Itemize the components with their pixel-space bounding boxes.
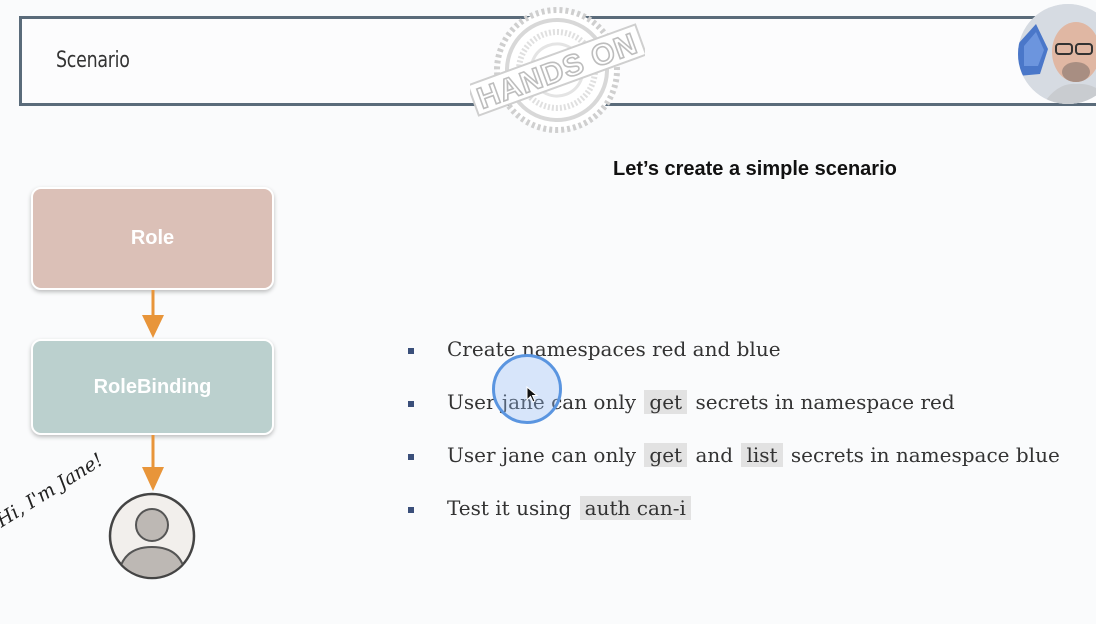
bullet-text: secrets in namespace blue	[790, 442, 1060, 467]
bullet-text: User jane can only	[447, 442, 637, 467]
bullet-marker-icon	[408, 453, 414, 460]
rolebinding-label: RoleBinding	[93, 375, 212, 398]
bullet-item: User jane can only get and list secrets …	[408, 428, 1060, 481]
role-box: Role	[31, 187, 274, 290]
role-label: Role	[130, 227, 175, 249]
bullet-text: secrets in namespace red	[695, 389, 955, 414]
bullet-item: Test it using auth can-i	[408, 481, 1060, 534]
rolebinding-box: RoleBinding	[31, 339, 274, 435]
bullet-text: and	[695, 442, 734, 467]
speech-text: Hi, I'm Jane!	[0, 448, 108, 532]
mouse-cursor-icon	[526, 386, 539, 403]
page-title: Scenario	[56, 48, 130, 73]
user-avatar-icon	[108, 492, 196, 580]
slide-subtitle: Let’s create a simple scenario	[613, 158, 897, 180]
hands-on-stamp-icon: HANDS ON	[470, 7, 645, 133]
code-snippet: get	[644, 389, 688, 414]
arrow-down-icon	[142, 290, 164, 338]
bullet-text: Create namespaces red and blue	[447, 336, 781, 361]
code-snippet: get	[644, 442, 688, 467]
bullet-marker-icon	[408, 400, 414, 407]
bullet-text: Test it using	[447, 495, 572, 520]
code-snippet: list	[741, 442, 783, 467]
arrow-down-icon	[142, 435, 164, 491]
bullet-marker-icon	[408, 506, 414, 513]
bullet-list: Create namespaces red and blue User jane…	[408, 322, 1060, 534]
bullet-marker-icon	[408, 347, 414, 354]
code-snippet: auth can-i	[579, 495, 691, 520]
slide-page: Scenario HANDS ON Let’s create a simple	[0, 0, 1096, 624]
